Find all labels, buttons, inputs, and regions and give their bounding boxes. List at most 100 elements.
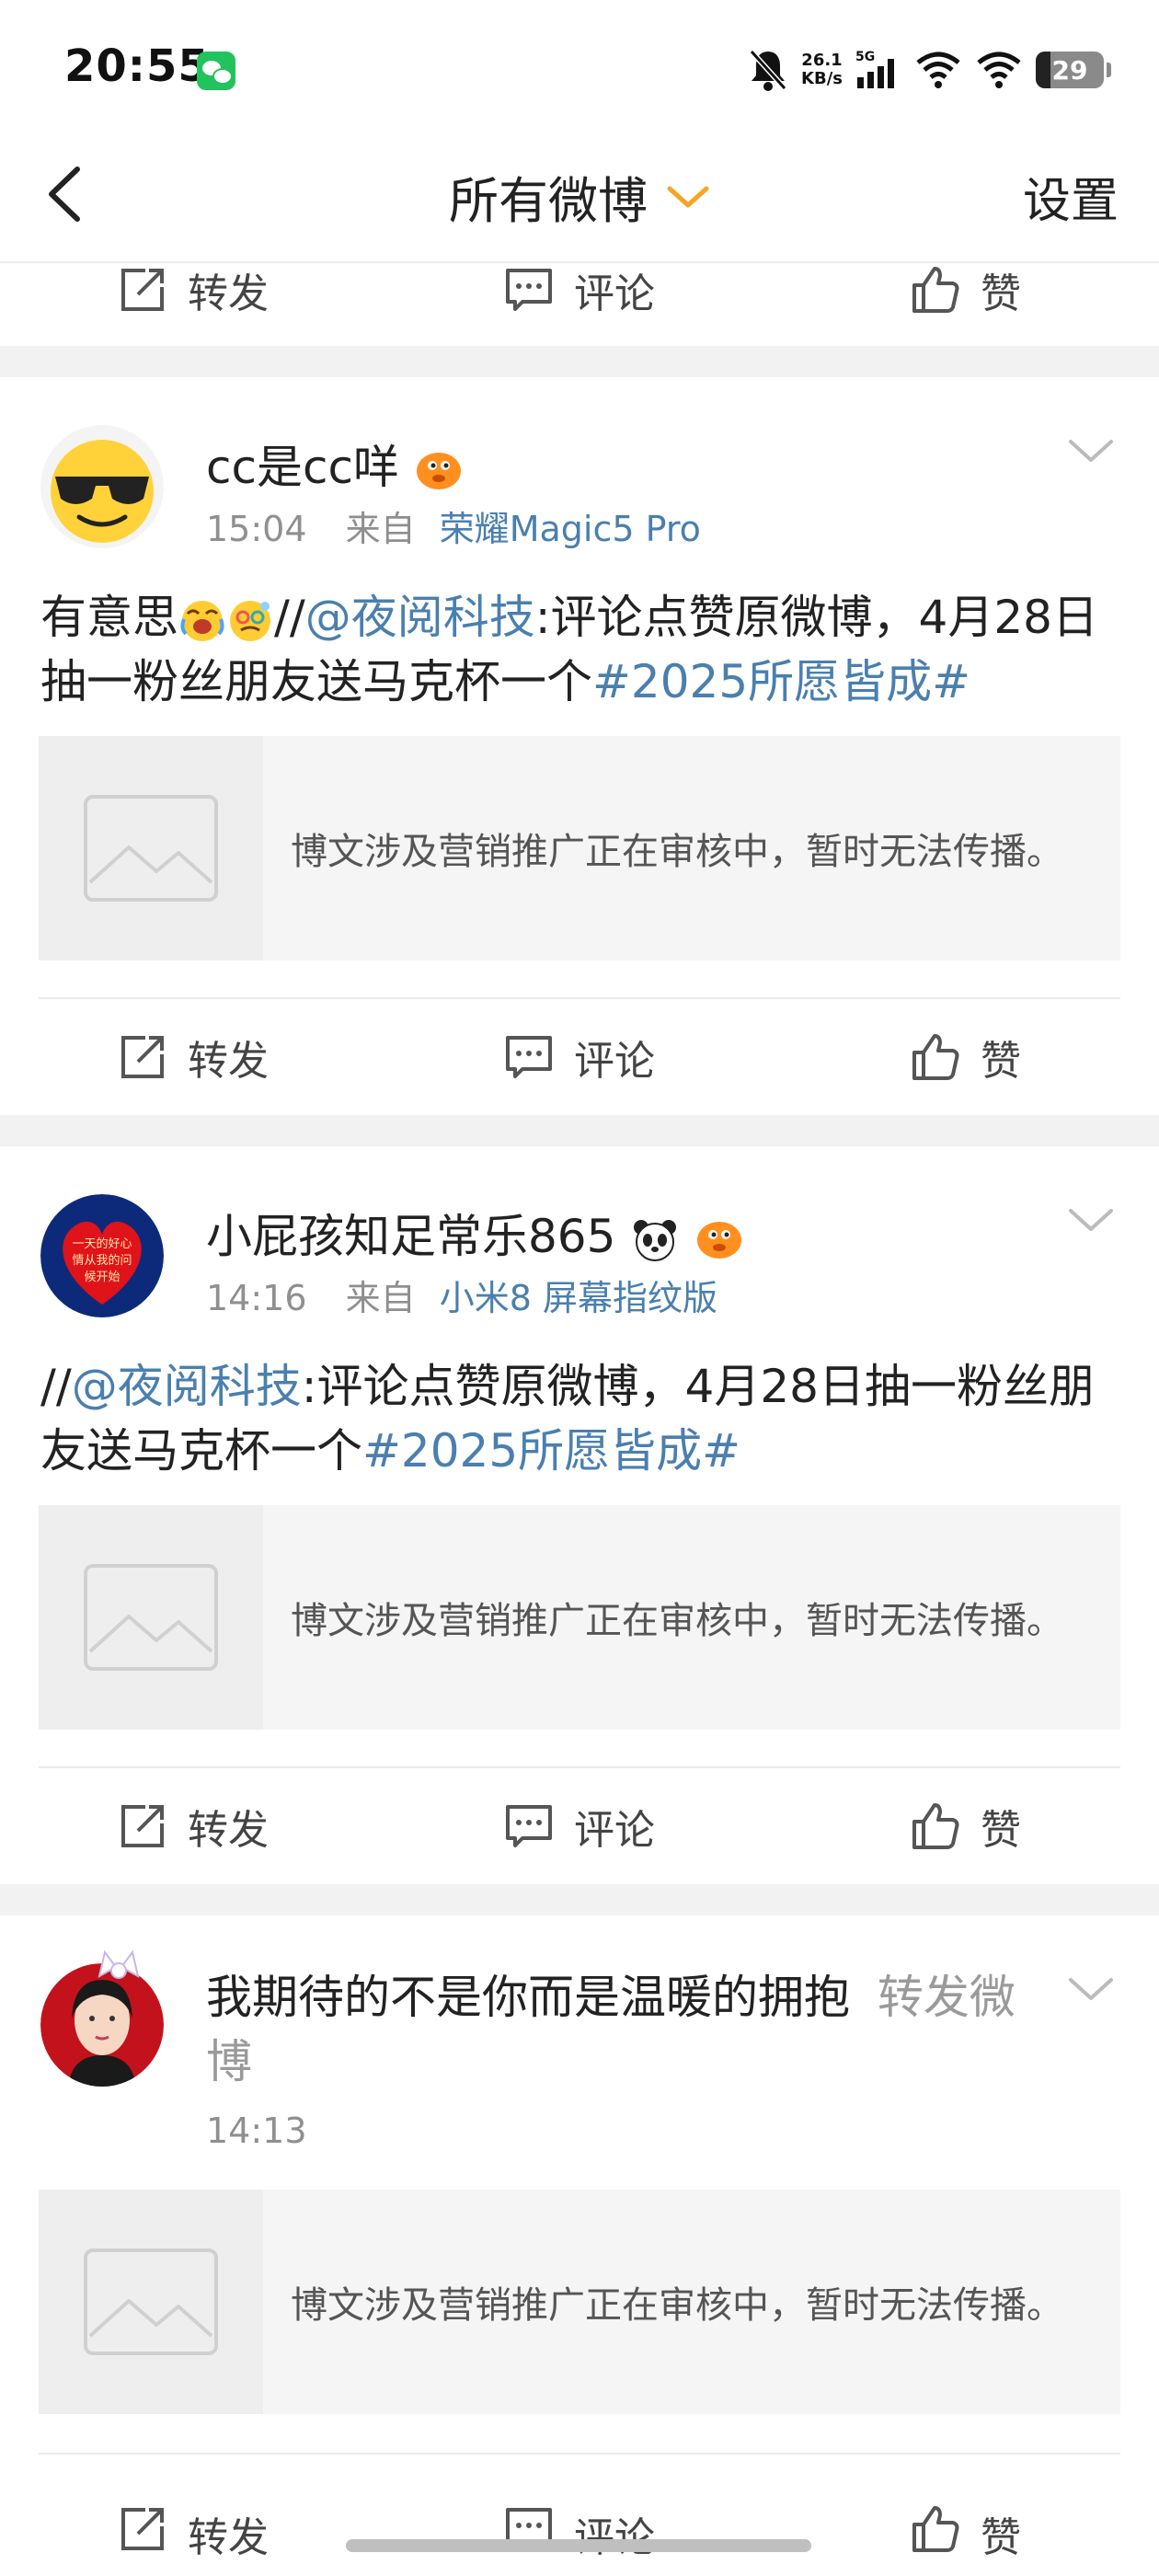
- post-action-bar: 转发 评论 赞: [0, 2456, 1159, 2576]
- network-speed: 26.1 KB/s: [801, 52, 843, 88]
- pufferfish-badge-icon: [697, 1221, 742, 1259]
- network-speed-value: 26.1: [801, 51, 843, 70]
- feed-separator: [0, 1115, 1159, 1146]
- post-hashtag-link[interactable]: #2025所愿皆成#: [362, 1424, 740, 1478]
- repost-icon: [121, 1805, 164, 1847]
- post-from-label: 来自: [345, 1278, 416, 1318]
- image-placeholder-icon: [84, 1564, 218, 1671]
- image-placeholder: [39, 1505, 263, 1730]
- repost-button[interactable]: 转发: [0, 1001, 386, 1113]
- post-meta: 15:04 来自 荣耀Magic5 Pro: [206, 500, 701, 551]
- nav-title-dropdown[interactable]: 所有微博: [0, 160, 1159, 233]
- comment-icon: [506, 1805, 552, 1847]
- wechat-notification-icon: [197, 52, 235, 90]
- repost-label: 转发: [188, 1038, 269, 1085]
- like-label: 赞: [981, 1807, 1021, 1854]
- avatar[interactable]: 一天的好心 情从我的问 候开始: [40, 1194, 164, 1317]
- feed-separator: [0, 346, 1159, 377]
- avatar-caption: 一天的好心: [72, 1236, 132, 1251]
- post-time: 15:04: [206, 509, 307, 549]
- feed-separator: [0, 1884, 1159, 1915]
- post-text: //@夜阅科技:评论点赞原微博，4月28日抽一粉丝朋友送马克杯一个#2025所愿…: [40, 1354, 1122, 1483]
- repost-icon: [121, 269, 164, 311]
- post-mention-link[interactable]: @夜阅科技: [305, 591, 535, 644]
- comment-label: 评论: [574, 1038, 655, 1085]
- comment-button[interactable]: 评论: [386, 234, 773, 346]
- post-username-wrap: cc是cc咩: [206, 431, 464, 497]
- post-text-prefix: //: [40, 1360, 72, 1413]
- comment-button[interactable]: 评论: [386, 1770, 773, 1882]
- chevron-down-icon[interactable]: [1067, 1976, 1115, 2004]
- post-card-text: 博文涉及营销推广正在审核中，暂时无法传播。: [291, 831, 1063, 873]
- cellular-signal-icon: 5G: [855, 50, 894, 88]
- image-placeholder-icon: [84, 795, 218, 902]
- post-time: 14:13: [206, 2110, 307, 2151]
- post-username[interactable]: 小屁孩知足常乐865: [206, 1210, 615, 1263]
- thumbs-up-icon: [912, 1034, 959, 1080]
- mute-bell-icon: [749, 49, 787, 91]
- like-button[interactable]: 赞: [773, 234, 1159, 346]
- repost-label: 转发: [188, 1807, 269, 1854]
- comment-label: 评论: [574, 2514, 655, 2561]
- post-divider: [39, 997, 1120, 999]
- pufferfish-badge-icon: [416, 452, 461, 489]
- like-label: 赞: [981, 1038, 1021, 1085]
- comment-label: 评论: [574, 1807, 655, 1854]
- page-title: 所有微博: [449, 172, 648, 230]
- comment-icon: [506, 1036, 552, 1078]
- chevron-down-icon: [667, 186, 709, 207]
- post-divider: [39, 2453, 1120, 2455]
- avatar[interactable]: [40, 1963, 164, 2087]
- post-media-card[interactable]: 博文涉及营销推广正在审核中，暂时无法传播。: [39, 1505, 1120, 1730]
- status-bar: 20:55 26.1 KB/s 5G 29: [0, 0, 1159, 138]
- post-card-text: 博文涉及营销推广正在审核中，暂时无法传播。: [291, 2284, 1063, 2327]
- thumbs-up-icon: [912, 267, 959, 313]
- post-card-text: 博文涉及营销推广正在审核中，暂时无法传播。: [291, 1600, 1063, 1642]
- post-text: 有意思//@夜阅科技:评论点赞原微博，4月28日抽一粉丝朋友送马克杯一个#202…: [40, 585, 1122, 714]
- comment-icon: [506, 269, 552, 311]
- crying-laughing-emoji-icon: [180, 600, 224, 641]
- post-time: 14:16: [206, 1278, 307, 1318]
- image-placeholder: [39, 736, 263, 960]
- post-username-wrap: 小屁孩知足常乐865: [206, 1200, 744, 1266]
- repost-label: 转发: [188, 2514, 269, 2561]
- dizzy-face-emoji-icon: [230, 600, 270, 641]
- like-button[interactable]: 赞: [773, 1001, 1159, 1113]
- avatar[interactable]: [40, 425, 164, 548]
- comment-button[interactable]: 评论: [386, 2456, 773, 2576]
- like-button[interactable]: 赞: [773, 1770, 1159, 1882]
- chevron-down-icon[interactable]: [1067, 438, 1115, 466]
- post-hashtag-link[interactable]: #2025所愿皆成#: [592, 655, 970, 708]
- post-text-prefix: //: [274, 591, 305, 644]
- wifi-icon: [977, 52, 1021, 88]
- wifi-plus-icon: [916, 52, 960, 88]
- status-icons: 26.1 KB/s 5G 29: [748, 44, 1111, 96]
- comment-button[interactable]: 评论: [386, 1001, 773, 1113]
- home-indicator[interactable]: [346, 2539, 811, 2552]
- post-mention-link[interactable]: @夜阅科技: [72, 1360, 302, 1413]
- post-divider: [39, 1766, 1120, 1768]
- chevron-down-icon[interactable]: [1067, 1207, 1115, 1235]
- post-username[interactable]: 我期待的不是你而是温暖的拥抱: [206, 1971, 850, 2024]
- post-source[interactable]: 小米8 屏幕指纹版: [440, 1278, 717, 1318]
- cat-ears-decoration-icon: [98, 1949, 140, 1979]
- repost-button[interactable]: 转发: [0, 2456, 386, 2576]
- repost-button[interactable]: 转发: [0, 234, 386, 346]
- repost-button[interactable]: 转发: [0, 1770, 386, 1882]
- repost-icon: [121, 1036, 164, 1078]
- post-source[interactable]: 荣耀Magic5 Pro: [440, 509, 701, 549]
- post-media-card[interactable]: 博文涉及营销推广正在审核中，暂时无法传播。: [39, 2190, 1120, 2414]
- image-placeholder-icon: [84, 2248, 218, 2355]
- thumbs-up-icon: [912, 2506, 959, 2552]
- post-media-card[interactable]: 博文涉及营销推广正在审核中，暂时无法传播。: [39, 736, 1120, 960]
- battery-level: 29: [1051, 54, 1088, 86]
- post-username-wrap: 我期待的不是你而是温暖的拥抱 转发微博: [206, 1965, 1030, 2094]
- post-action-bar: 转发 评论 赞: [0, 1001, 1159, 1113]
- post-username[interactable]: cc是cc咩: [206, 441, 399, 494]
- post-text-intro: 有意思: [40, 591, 178, 644]
- post-meta: 14:16 来自 小米8 屏幕指纹版: [206, 1270, 717, 1320]
- status-time: 20:55: [64, 40, 210, 92]
- like-button[interactable]: 赞: [773, 2456, 1159, 2576]
- comment-label: 评论: [574, 270, 655, 317]
- settings-button[interactable]: 设置: [1023, 162, 1119, 231]
